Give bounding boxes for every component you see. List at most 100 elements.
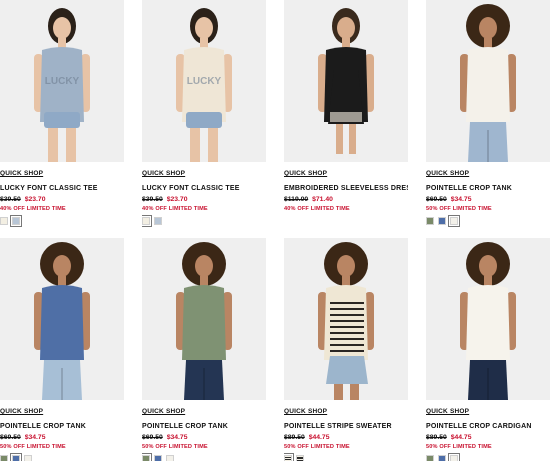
color-swatch[interactable] [448,215,460,227]
original-price: $89.50 [284,434,305,441]
price-row: $39.50 $23.70 [142,196,266,203]
color-swatches [426,453,550,461]
model-illustration [284,0,408,162]
product-image[interactable] [284,0,408,162]
color-swatch[interactable] [296,455,304,461]
promo-text: 40% OFF LIMITED TIME [284,206,350,212]
color-swatch[interactable] [426,217,434,225]
sale-price: $34.75 [166,434,188,441]
original-price: $69.50 [426,196,447,203]
svg-text:LUCKY: LUCKY [187,76,222,87]
product-image[interactable] [426,238,550,400]
color-swatch[interactable] [24,455,32,461]
model-illustration [0,238,124,400]
color-swatches [142,453,266,461]
product-image[interactable] [426,0,550,162]
sale-price: $44.75 [450,434,472,441]
promo-text: 50% OFF LIMITED TIME [426,206,492,212]
product-card[interactable]: QUICK SHOP POINTELLE CROP TANK $69.50 $3… [142,238,266,461]
quick-shop-link[interactable]: QUICK SHOP [284,170,327,177]
color-swatch[interactable] [0,217,8,225]
product-image[interactable] [142,238,266,400]
quick-shop-link[interactable]: QUICK SHOP [142,408,185,415]
promo-text: 40% OFF LIMITED TIME [0,206,66,212]
color-swatches [426,215,550,227]
product-image[interactable] [284,238,408,400]
product-name[interactable]: POINTELLE CROP CARDIGAN [426,423,550,430]
svg-text:LUCKY: LUCKY [45,76,80,87]
promo-text: 50% OFF LIMITED TIME [426,444,492,450]
original-price: $89.50 [426,434,447,441]
product-card[interactable]: QUICK SHOP POINTELLE CROP TANK $69.50 $3… [0,238,124,461]
promo-text: 40% OFF LIMITED TIME [142,206,208,212]
quick-shop-link[interactable]: QUICK SHOP [0,408,43,415]
price-row: $119.00 $71.40 [284,196,408,203]
price-row: $69.50 $34.75 [0,434,124,441]
product-card[interactable]: QUICK SHOP POINTELLE CROP CARDIGAN $89.5… [426,238,550,461]
color-swatch[interactable] [142,453,152,461]
color-swatch[interactable] [10,453,22,461]
product-card[interactable]: QUICK SHOP POINTELLE STRIPE SWEATER $89.… [284,238,408,461]
product-card[interactable]: QUICK SHOP POINTELLE CROP TANK $69.50 $3… [426,0,550,238]
model-illustration [284,238,408,400]
product-card[interactable]: LUCKY QUICK SHOP LUCKY FONT CLASSIC TEE … [142,0,266,238]
color-swatch[interactable] [438,455,446,461]
model-illustration [426,0,550,162]
quick-shop-link[interactable]: QUICK SHOP [142,170,185,177]
quick-shop-link[interactable]: QUICK SHOP [426,170,469,177]
product-image[interactable]: LUCKY [0,0,124,162]
sale-price: $71.40 [312,196,333,203]
model-illustration: LUCKY [142,0,266,162]
color-swatch[interactable] [0,455,8,461]
product-name[interactable]: POINTELLE STRIPE SWEATER [284,423,408,430]
product-name[interactable]: LUCKY FONT CLASSIC TEE [142,185,266,192]
color-swatch[interactable] [142,215,152,227]
price-row: $69.50 $34.75 [142,434,266,441]
product-image[interactable]: LUCKY [142,0,266,162]
model-illustration [142,238,266,400]
color-swatches [0,453,124,461]
original-price: $119.00 [284,196,309,203]
sale-price: $23.70 [24,196,46,203]
promo-text: 50% OFF LIMITED TIME [142,444,208,450]
original-price: $39.50 [142,196,163,203]
product-name[interactable]: EMBROIDERED SLEEVELESS DRESS [284,185,408,192]
price-row: $89.50 $44.75 [426,434,550,441]
original-price: $69.50 [142,434,163,441]
model-illustration [426,238,550,400]
sale-price: $34.75 [24,434,46,441]
color-swatch[interactable] [448,453,460,461]
sale-price: $44.75 [308,434,330,441]
promo-text: 50% OFF LIMITED TIME [284,444,350,450]
product-name[interactable]: POINTELLE CROP TANK [142,423,266,430]
price-row: $39.50 $23.70 [0,196,124,203]
promo-text: 50% OFF LIMITED TIME [0,444,66,450]
product-image[interactable] [0,238,124,400]
product-card[interactable]: QUICK SHOP EMBROIDERED SLEEVELESS DRESS … [284,0,408,238]
original-price: $69.50 [0,434,21,441]
price-row: $69.50 $34.75 [426,196,550,203]
price-row: $89.50 $44.75 [284,434,408,441]
product-grid: LUCKY QUICK SHOP LUCKY FONT CLASSIC TEE … [0,0,550,461]
color-swatch[interactable] [154,217,162,225]
model-illustration: LUCKY [0,0,124,162]
color-swatch[interactable] [426,455,434,461]
product-name[interactable]: POINTELLE CROP TANK [0,423,124,430]
color-swatches [284,453,408,461]
color-swatch[interactable] [438,217,446,225]
quick-shop-link[interactable]: QUICK SHOP [284,408,327,415]
product-name[interactable]: LUCKY FONT CLASSIC TEE [0,185,124,192]
color-swatches [142,215,266,227]
original-price: $39.50 [0,196,21,203]
color-swatches [0,215,124,227]
color-swatch[interactable] [284,453,294,461]
sale-price: $23.70 [166,196,188,203]
quick-shop-link[interactable]: QUICK SHOP [0,170,43,177]
product-card[interactable]: LUCKY QUICK SHOP LUCKY FONT CLASSIC TEE … [0,0,124,238]
color-swatch[interactable] [10,215,22,227]
quick-shop-link[interactable]: QUICK SHOP [426,408,469,415]
color-swatch[interactable] [166,455,174,461]
product-name[interactable]: POINTELLE CROP TANK [426,185,550,192]
sale-price: $34.75 [450,196,472,203]
color-swatch[interactable] [154,455,162,461]
